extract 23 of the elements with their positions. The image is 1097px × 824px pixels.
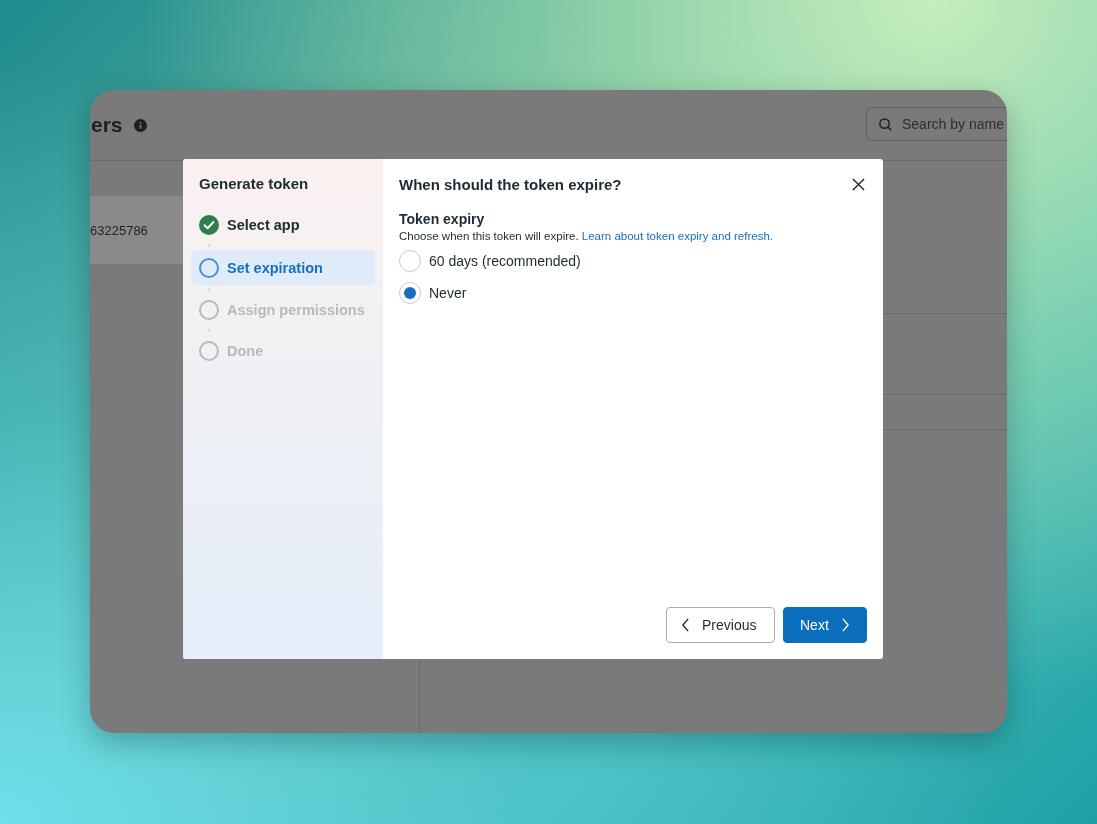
check-circle-icon bbox=[199, 215, 219, 235]
search-field[interactable]: Search by name bbox=[866, 107, 1007, 141]
description-text: Choose when this token will expire. Learn about token expiry and refresh. bbox=[399, 230, 774, 242]
learn-more-link[interactable]: Learn about token expiry and refresh. bbox=[581, 230, 773, 242]
radio-option[interactable]: Never bbox=[399, 282, 867, 304]
radio-option[interactable]: 60 days (recommended) bbox=[399, 250, 867, 272]
circle-icon bbox=[199, 300, 219, 320]
next-button[interactable]: Next bbox=[783, 607, 867, 643]
row-id: 63225786 bbox=[90, 222, 148, 238]
search-icon bbox=[878, 117, 893, 132]
chevron-right-icon bbox=[840, 618, 850, 632]
sidebar-title: Generate token bbox=[198, 175, 310, 192]
circle-icon bbox=[199, 341, 219, 361]
page-title: ers bbox=[91, 113, 123, 137]
circle-icon bbox=[199, 257, 219, 278]
step-item[interactable]: Set expiration bbox=[191, 250, 375, 285]
chevron-left-icon bbox=[681, 618, 690, 632]
dialog-title: When should the token expire? bbox=[399, 176, 622, 193]
previous-button[interactable]: Previous bbox=[666, 607, 775, 643]
info-icon bbox=[133, 118, 147, 132]
section-label: Token expiry bbox=[399, 211, 486, 227]
close-button[interactable] bbox=[850, 176, 867, 193]
step-item[interactable]: Select app bbox=[191, 209, 375, 241]
